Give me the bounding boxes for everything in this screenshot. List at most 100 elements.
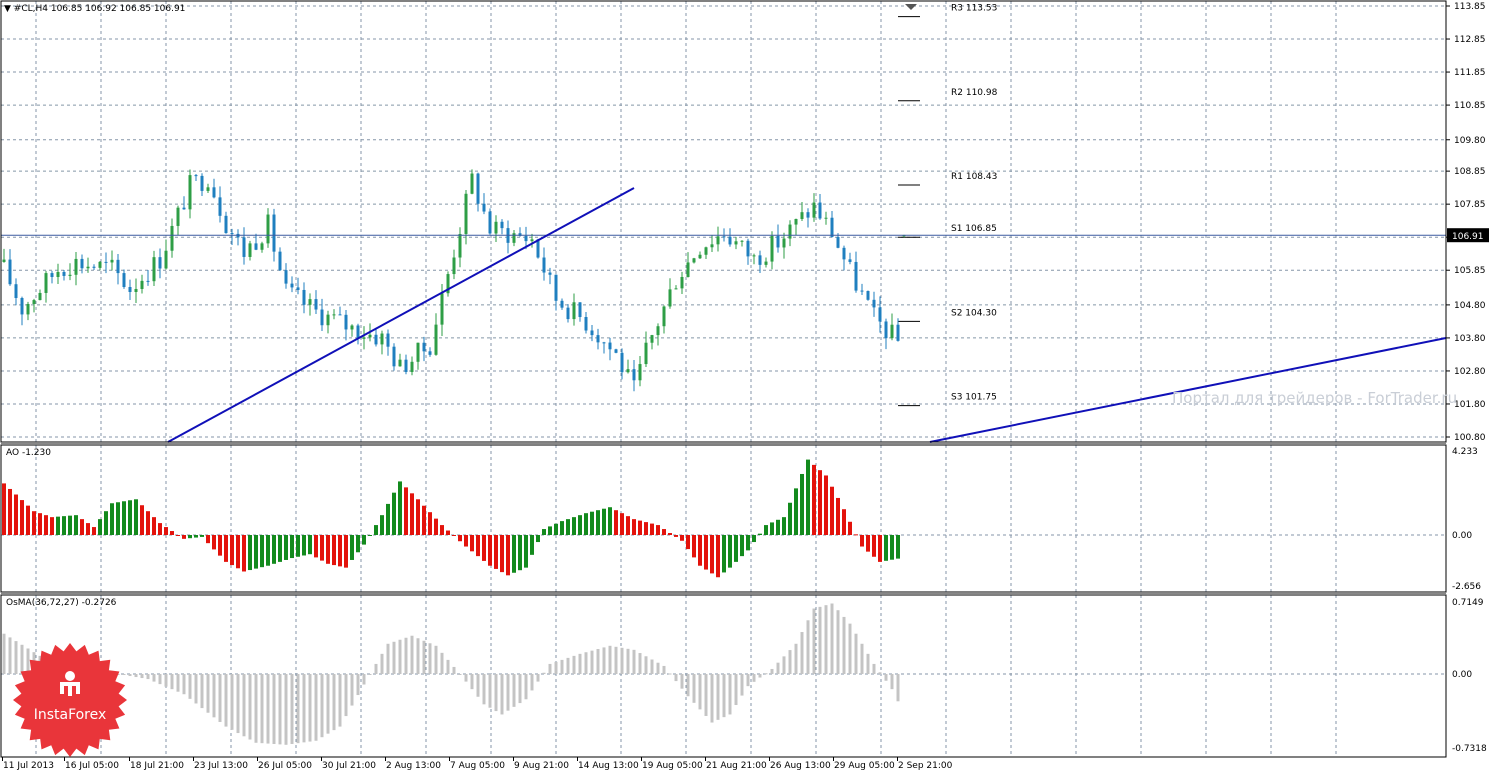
osma-bar	[422, 640, 426, 674]
osma-bar	[884, 674, 888, 681]
ao-pane-title: AO -1.230	[6, 448, 51, 458]
candle-body	[890, 324, 894, 339]
osma-bar	[182, 674, 186, 695]
candle-body	[842, 247, 846, 260]
osma-bar	[236, 674, 240, 734]
ao-bar	[710, 535, 714, 574]
candle-body	[476, 173, 480, 204]
osma-bar	[434, 645, 438, 674]
osma-bar	[788, 650, 792, 674]
osma-bar	[176, 674, 180, 692]
osma-bar	[350, 674, 354, 706]
candle-body	[362, 337, 366, 339]
osma-bar	[692, 674, 696, 703]
y-tick-label: 101.80	[1454, 400, 1486, 410]
candle-body	[458, 233, 462, 258]
candle-body	[800, 212, 804, 219]
ao-bar	[62, 516, 66, 535]
y-tick-label: 104.80	[1454, 301, 1486, 311]
candle-body	[68, 274, 72, 276]
candle-body	[818, 202, 822, 219]
osma-bar	[524, 674, 528, 700]
ao-bar	[638, 520, 642, 535]
osma-bar	[212, 674, 216, 718]
osma-bar	[578, 653, 582, 674]
ao-bar	[272, 535, 276, 564]
candle-body	[176, 207, 180, 226]
candle-body	[86, 266, 90, 269]
ao-bar	[866, 535, 870, 552]
ao-bar	[620, 513, 624, 535]
candle-body	[170, 225, 174, 251]
y-tick-label: 110.85	[1454, 101, 1486, 111]
collapse-arrow-icon[interactable]: ▼	[4, 4, 11, 14]
candle-body	[416, 342, 420, 362]
ao-bar	[488, 535, 492, 566]
candle-body	[128, 287, 132, 292]
x-tick-label: 23 Jul 13:00	[194, 761, 248, 771]
osma-bar	[746, 674, 750, 687]
osma-y-tick-label: 0.7149	[1452, 598, 1484, 608]
ao-bar	[548, 526, 552, 535]
ao-bar	[428, 512, 432, 535]
osma-bar	[374, 663, 378, 674]
ao-bar	[722, 535, 726, 573]
ao-bar	[698, 535, 702, 566]
ao-bar	[860, 535, 864, 547]
pivot-label: S2 104.30	[951, 308, 997, 318]
osma-bar	[710, 674, 714, 723]
osma-bar	[464, 674, 468, 682]
osma-bar	[518, 674, 522, 704]
candle-body	[266, 214, 270, 244]
candle-body	[500, 221, 504, 229]
osma-bar	[848, 623, 852, 674]
candle-body	[212, 187, 216, 198]
candle-body	[218, 197, 222, 216]
osma-bar	[488, 674, 492, 708]
ao-bar	[146, 511, 150, 535]
pivot-label: R1 108.43	[951, 172, 997, 182]
candle-body	[722, 236, 726, 238]
ao-bar	[632, 519, 636, 535]
osma-bar	[584, 652, 588, 674]
candle-body	[200, 175, 204, 191]
ao-bar	[788, 502, 792, 535]
osma-bar	[728, 674, 732, 715]
pivot-label: R2 110.98	[951, 88, 998, 98]
chart-window: R3 113.53 R2 110.98 R1 108.43 S1 106.85 S2 1…	[0, 0, 1489, 773]
osma-y-tick-label: 0.00	[1452, 670, 1472, 680]
ao-bar	[116, 502, 120, 535]
candle-body	[398, 359, 402, 367]
candle-body	[254, 243, 258, 250]
ao-bar	[398, 481, 402, 535]
candle-body	[224, 215, 228, 234]
candle-body	[272, 214, 276, 252]
candle-body	[308, 299, 312, 305]
osma-bar	[602, 647, 606, 674]
osma-bar	[254, 674, 258, 743]
osma-bar	[608, 645, 612, 674]
osma-bar	[878, 672, 882, 674]
candle-body	[122, 273, 126, 288]
osma-bar	[482, 674, 486, 705]
candle-body	[554, 274, 558, 301]
candle-body	[74, 258, 78, 275]
candle-body	[860, 290, 864, 292]
osma-bar	[776, 662, 780, 674]
osma-bar	[170, 674, 174, 690]
candle-body	[374, 334, 378, 345]
candle-body	[896, 324, 900, 341]
ao-bar	[626, 516, 630, 535]
ao-bar	[422, 505, 426, 535]
ao-bar	[854, 534, 858, 536]
candle-body	[836, 236, 840, 248]
osma-bar	[740, 674, 744, 696]
ao-bar	[86, 523, 90, 535]
ao-bar	[530, 535, 534, 555]
osma-bar	[164, 674, 168, 687]
osma-bar	[704, 674, 708, 716]
candle-body	[680, 276, 684, 289]
osma-bar	[260, 674, 264, 744]
ao-bar	[686, 535, 690, 550]
candle-body	[512, 233, 516, 243]
